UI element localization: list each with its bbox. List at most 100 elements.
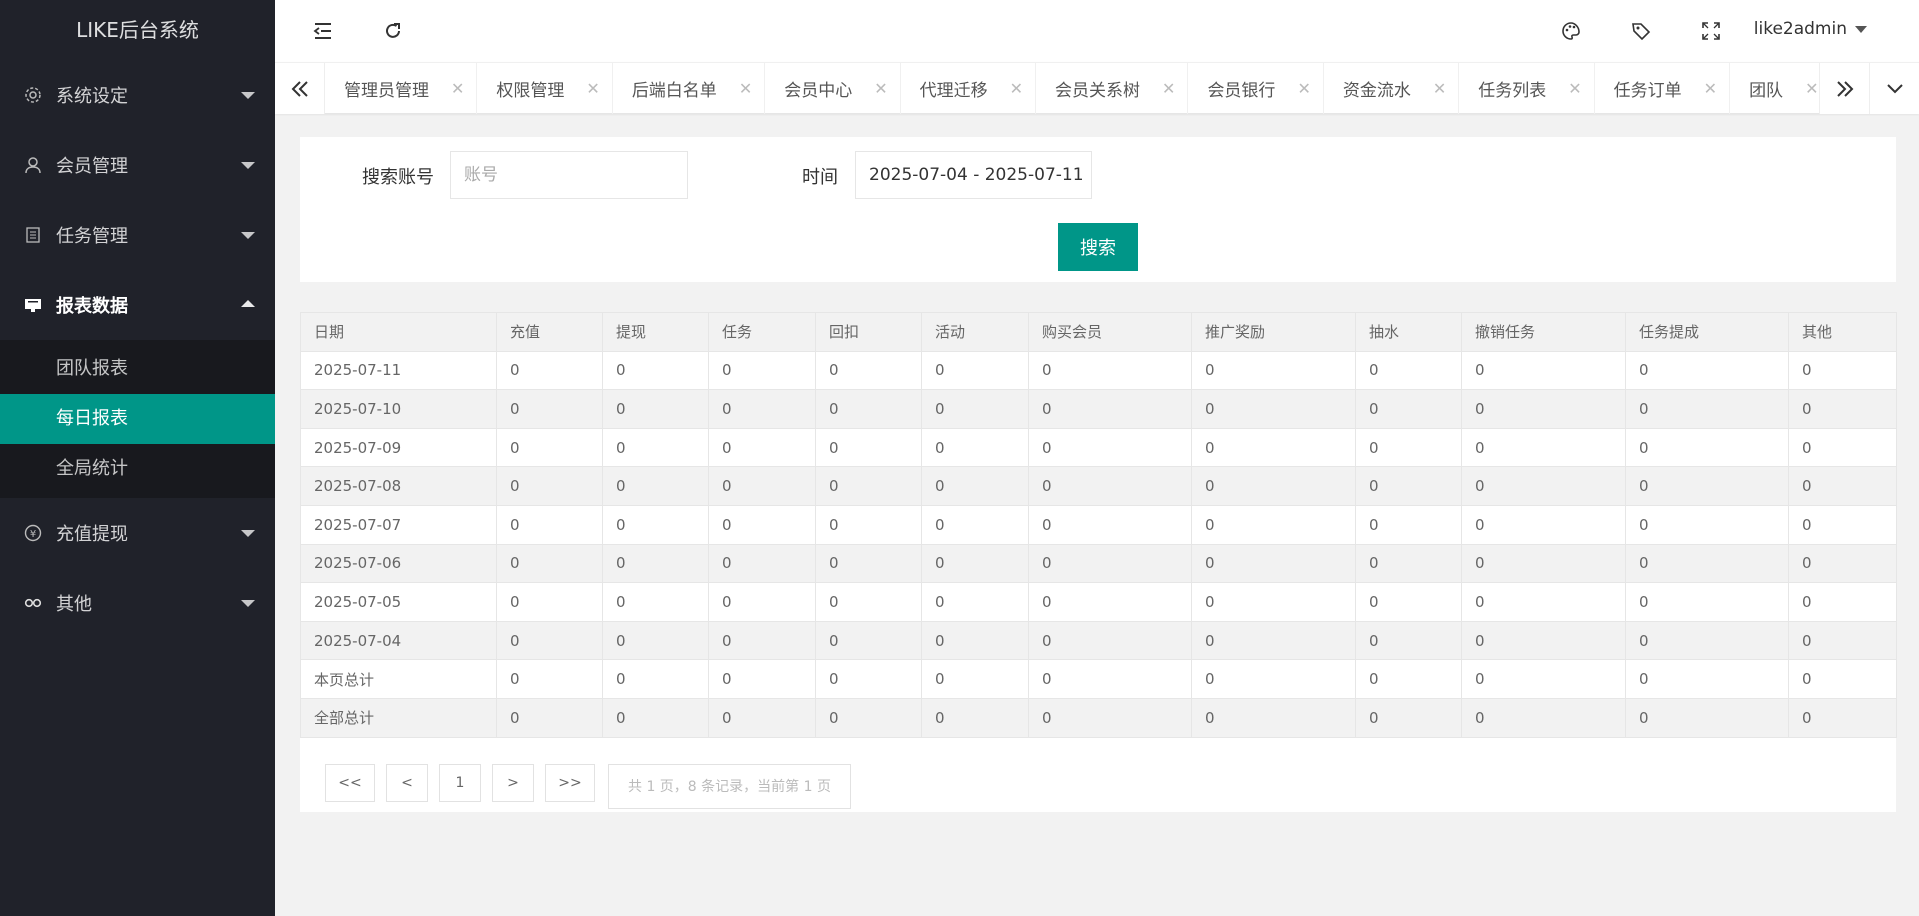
collapse-menu-icon[interactable]: [308, 16, 338, 46]
app-logo: LIKE后台系统: [76, 18, 199, 42]
sidebar-item-other[interactable]: 其他: [0, 568, 275, 638]
table-cell: 0: [496, 659, 603, 699]
refresh-icon[interactable]: [378, 16, 408, 46]
sidebar-submenu-reports: 团队报表 每日报表 全局统计: [0, 340, 275, 498]
table-body: 2025-07-11 0 0 0 0 0 0 0 0 0 0 0 2025-07-10 0 0 0 0 0 0 0 0 0…: [300, 350, 1897, 738]
close-icon[interactable]: ✕: [1162, 79, 1175, 98]
chevron-up-icon: [241, 300, 255, 307]
tab-member-relation-tree[interactable]: 会员关系树 ✕: [1036, 63, 1189, 114]
table-cell: 0: [708, 427, 816, 468]
table-cell: 0: [1191, 620, 1356, 661]
table-header-cell: 提现: [602, 312, 709, 352]
tab-label: 资金流水: [1342, 81, 1411, 101]
table-cell: 0: [496, 697, 603, 738]
sidebar-item-recharge-withdraw[interactable]: ¥ 充值提现: [0, 498, 275, 568]
close-icon[interactable]: ✕: [451, 79, 464, 98]
table-row: 本页总计 0 0 0 0 0 0 0 0 0 0 0: [300, 659, 1897, 699]
tab-admin-management[interactable]: 管理员管理 ✕: [325, 63, 478, 114]
table-cell: 0: [1028, 504, 1192, 545]
table-cell: 0: [921, 427, 1029, 468]
close-icon[interactable]: ✕: [1010, 79, 1023, 98]
table-cell: 0: [496, 504, 603, 545]
close-icon[interactable]: ✕: [1805, 79, 1818, 98]
table-cell: 0: [602, 504, 709, 545]
table-header-cell: 任务提成: [1625, 312, 1789, 352]
table-cell: 0: [1788, 582, 1897, 622]
sidebar-item-task-management[interactable]: 任务管理: [0, 200, 275, 270]
close-icon[interactable]: ✕: [586, 79, 599, 98]
table-header-row: 日期 充值 提现 任务 回扣 活动 购买会员 推广奖励 抽水 撤销任务 任务提成 其他: [300, 312, 1897, 352]
table-row: 2025-07-10 0 0 0 0 0 0 0 0 0 0 0: [300, 389, 1897, 429]
table-cell: 0: [1355, 582, 1462, 622]
document-icon: [24, 226, 42, 244]
link-icon: [24, 594, 42, 612]
table-cell: 0: [602, 659, 709, 699]
table-cell: 2025-07-07: [300, 504, 497, 545]
table-row: 2025-07-08 0 0 0 0 0 0 0 0 0 0 0: [300, 466, 1897, 506]
table-cell: 0: [921, 659, 1029, 699]
prev-page-button[interactable]: <: [386, 763, 428, 802]
table-row: 2025-07-04 0 0 0 0 0 0 0 0 0 0 0: [300, 620, 1897, 661]
sidebar-item-label: 任务管理: [56, 226, 128, 247]
sidebar-item-system-settings[interactable]: 系统设定: [0, 60, 275, 130]
tabs-scroll-left-button[interactable]: [275, 63, 325, 114]
caret-down-icon: [1855, 25, 1867, 33]
tabs-scroll-right-button[interactable]: [1819, 63, 1869, 114]
table-cell: 0: [496, 620, 603, 661]
tab-task-orders[interactable]: 任务订单 ✕: [1595, 63, 1731, 114]
table-cell: 2025-07-05: [300, 582, 497, 622]
user-menu[interactable]: like2admin: [1754, 19, 1867, 39]
table-cell: 0: [1461, 620, 1626, 661]
tabs-menu-button[interactable]: [1869, 63, 1919, 114]
palette-icon[interactable]: [1556, 16, 1586, 46]
tab-label: 任务列表: [1478, 81, 1547, 101]
table-cell: 0: [602, 350, 709, 391]
table-cell: 0: [921, 504, 1029, 545]
username-label: like2admin: [1753, 19, 1847, 39]
close-icon[interactable]: ✕: [1568, 79, 1581, 98]
sidebar-item-report-data[interactable]: 报表数据: [0, 270, 275, 340]
next-page-button[interactable]: >: [492, 763, 534, 802]
table-cell: 0: [1028, 582, 1192, 622]
search-button[interactable]: 搜索: [1058, 223, 1138, 271]
sidebar-item-member-management[interactable]: 会员管理: [0, 130, 275, 200]
tab-team[interactable]: 团队 ✕: [1730, 63, 1819, 114]
table-cell: 0: [1028, 659, 1192, 699]
pagination-info: 共 1 页，8 条记录，当前第 1 页: [608, 763, 851, 809]
sidebar-subitem-global-stats[interactable]: 全局统计: [0, 444, 275, 494]
chevron-down-icon: [241, 530, 255, 537]
fullscreen-icon[interactable]: [1696, 16, 1726, 46]
table-cell: 0: [496, 427, 603, 468]
table-cell: 0: [1191, 427, 1356, 468]
table-cell: 0: [1625, 350, 1789, 391]
close-icon[interactable]: ✕: [874, 79, 887, 98]
tab-agent-migration[interactable]: 代理迁移 ✕: [901, 63, 1037, 114]
sidebar-subitem-team-report[interactable]: 团队报表: [0, 344, 275, 394]
tab-task-list[interactable]: 任务列表 ✕: [1459, 63, 1595, 114]
sidebar-subitem-daily-report[interactable]: 每日报表: [0, 394, 275, 444]
tab-member-center[interactable]: 会员中心 ✕: [765, 63, 901, 114]
table-cell: 0: [1625, 582, 1789, 622]
page-number-button[interactable]: 1: [439, 763, 481, 802]
table-cell: 0: [1788, 466, 1897, 506]
table-cell: 0: [921, 389, 1029, 429]
table-header-cell: 充值: [496, 312, 603, 352]
tab-permission-management[interactable]: 权限管理 ✕: [477, 63, 613, 114]
close-icon[interactable]: ✕: [1704, 79, 1717, 98]
table-cell: 0: [602, 427, 709, 468]
tab-fund-flow[interactable]: 资金流水 ✕: [1324, 63, 1460, 114]
date-range-input[interactable]: [855, 151, 1092, 199]
close-icon[interactable]: ✕: [739, 79, 752, 98]
first-page-button[interactable]: <<: [325, 763, 375, 802]
table-cell: 0: [1625, 659, 1789, 699]
double-chevron-left-icon: [291, 80, 308, 97]
close-icon[interactable]: ✕: [1433, 79, 1446, 98]
tab-backend-whitelist[interactable]: 后端白名单 ✕: [613, 63, 766, 114]
last-page-button[interactable]: >>: [545, 763, 595, 802]
tag-icon[interactable]: [1626, 16, 1656, 46]
time-label: 时间: [802, 167, 838, 188]
tab-member-bank[interactable]: 会员银行 ✕: [1188, 63, 1324, 114]
close-icon[interactable]: ✕: [1297, 79, 1310, 98]
table-cell: 0: [496, 466, 603, 506]
account-search-input[interactable]: [450, 151, 688, 199]
